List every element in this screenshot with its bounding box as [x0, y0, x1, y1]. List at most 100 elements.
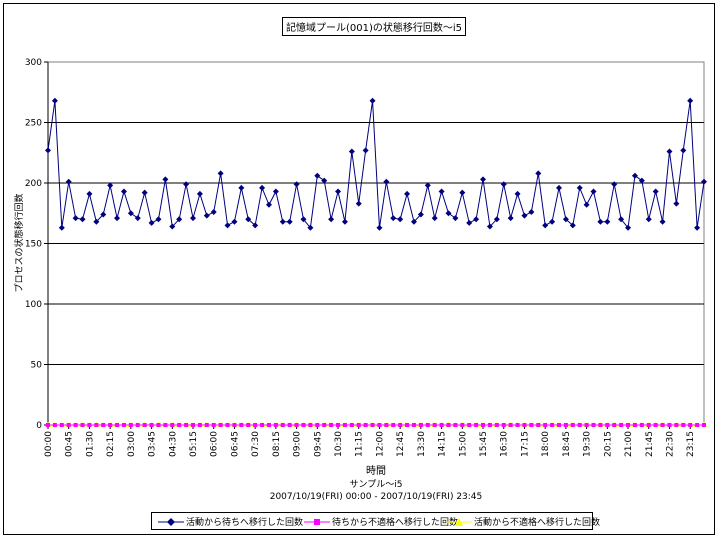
legend-item-active-to-ineligible: 活動から不適格へ移行した回数: [446, 515, 600, 528]
x-tick-label: 12:00: [375, 431, 385, 457]
data-point: [494, 423, 499, 427]
data-point: [632, 423, 637, 427]
x-tick-label: 20:15: [603, 431, 613, 457]
data-point: [681, 423, 686, 427]
x-tick-label: 09:45: [313, 431, 323, 457]
x-tick-label: 08:15: [272, 431, 282, 457]
data-point: [246, 423, 251, 427]
data-point: [474, 423, 479, 427]
x-tick-label: 07:30: [251, 431, 261, 457]
x-axis-label: 時間: [366, 465, 386, 477]
data-point: [128, 423, 133, 427]
data-point: [384, 423, 389, 427]
legend: 活動から待ちへ移行した回数 待ちから不適格へ移行した回数 活動から不適格へ移行し…: [151, 512, 600, 530]
data-point: [702, 423, 706, 427]
data-point: [204, 423, 209, 427]
y-tick-label: 300: [25, 58, 42, 68]
x-tick-label: 12:45: [396, 431, 406, 457]
data-point: [508, 423, 513, 427]
data-point: [108, 423, 113, 427]
data-point: [467, 423, 472, 427]
data-point: [391, 423, 396, 427]
data-point: [425, 423, 430, 427]
data-point: [446, 423, 451, 427]
x-tick-label: 04:30: [168, 431, 178, 457]
x-tick-label: 19:30: [583, 431, 593, 457]
data-point: [149, 423, 154, 427]
data-point: [598, 423, 603, 427]
data-point: [177, 423, 182, 427]
data-point: [543, 423, 548, 427]
data-point: [218, 423, 223, 427]
data-point: [570, 423, 575, 427]
data-point: [115, 423, 120, 427]
data-point: [522, 423, 527, 427]
data-point: [87, 423, 92, 427]
x-tick-label: 17:15: [520, 431, 530, 457]
data-point: [591, 423, 596, 427]
data-point: [308, 423, 313, 427]
x-tick-label: 09:00: [293, 431, 303, 457]
data-point: [191, 423, 196, 427]
y-tick-label: 150: [25, 240, 42, 250]
data-point: [453, 423, 458, 427]
data-point: [536, 423, 541, 427]
data-point: [135, 423, 140, 427]
data-point: [370, 423, 375, 427]
data-point: [619, 423, 624, 427]
legend-label: 待ちから不適格へ移行した回数: [332, 518, 459, 528]
data-point: [660, 423, 665, 427]
legend-marker-diamond-icon: [158, 517, 184, 526]
x-tick-label: 22:30: [665, 431, 675, 457]
y-axis-label: プロセスの状態移行回数: [13, 193, 25, 292]
legend-marker-square-icon: [304, 518, 330, 525]
data-point: [260, 423, 265, 427]
x-tick-label: 02:15: [106, 431, 116, 457]
data-point: [322, 423, 327, 427]
x-tick-label: 06:00: [210, 431, 220, 457]
data-point: [163, 423, 168, 427]
x-tick-label: 15:00: [458, 431, 468, 457]
x-tick-label: 23:15: [686, 431, 696, 457]
data-point: [356, 423, 361, 427]
data-point: [439, 423, 444, 427]
data-point: [294, 423, 299, 427]
data-point: [515, 423, 520, 427]
x-tick-label: 18:45: [562, 431, 572, 457]
data-point: [432, 423, 437, 427]
legend-item-wait-to-ineligible: 待ちから不適格へ移行した回数: [304, 515, 458, 528]
subtitle-sample: サンプル～i5: [350, 479, 403, 490]
data-point: [66, 423, 71, 427]
data-point: [342, 423, 347, 427]
x-tick-label: 21:00: [624, 431, 634, 457]
data-point: [501, 423, 506, 427]
legend-label: 活動から待ちへ移行した回数: [186, 518, 304, 528]
x-tick-label: 00:00: [44, 431, 54, 457]
line-chart: 050100150200250300 00:00 00:45 01:30 02:15 0…: [13, 58, 707, 502]
x-tick-label: 18:00: [541, 431, 551, 457]
x-tick-label: 03:45: [148, 431, 158, 457]
data-point: [315, 423, 320, 427]
data-point: [398, 423, 403, 427]
data-point: [550, 423, 555, 427]
data-point: [529, 423, 534, 427]
data-point: [52, 423, 57, 427]
x-tick-label: 13:30: [417, 431, 427, 457]
data-point: [59, 423, 64, 427]
data-point: [73, 423, 78, 427]
data-point: [667, 423, 672, 427]
data-point: [232, 423, 237, 427]
data-point: [94, 423, 99, 427]
data-point: [556, 423, 561, 427]
data-point: [674, 423, 679, 427]
legend-item-active-to-wait: 活動から待ちへ移行した回数: [158, 515, 303, 528]
x-tick-label: 00:45: [65, 431, 75, 457]
data-point: [639, 423, 644, 427]
data-point: [225, 423, 230, 427]
data-point: [239, 423, 244, 427]
data-point: [563, 423, 568, 427]
data-point: [646, 423, 651, 427]
data-point: [605, 423, 610, 427]
x-tick-label: 14:15: [438, 431, 448, 457]
x-tick-label: 21:45: [645, 431, 655, 457]
